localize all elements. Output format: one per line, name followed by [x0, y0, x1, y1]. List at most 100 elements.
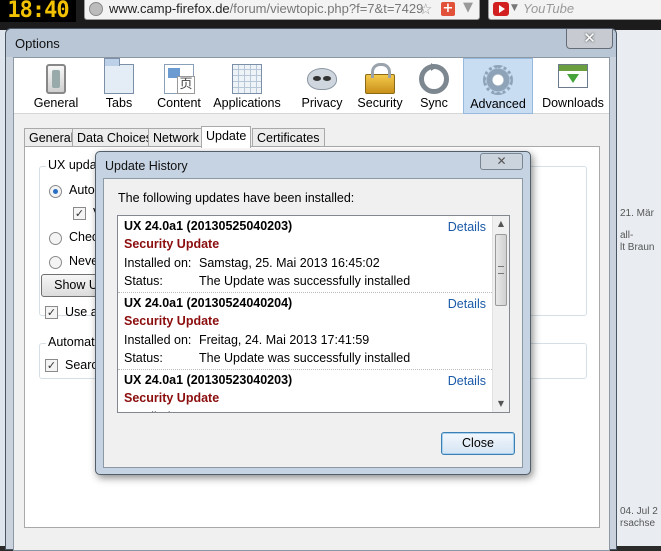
use-service-checkbox[interactable]: ✓: [45, 306, 58, 319]
switch-icon: [46, 64, 66, 94]
url-path: /forum/viewtopic.php?f=7&t=7429: [229, 1, 424, 16]
details-link[interactable]: Details: [448, 220, 486, 234]
page-snippet: rsachse: [620, 518, 656, 529]
page-snippet: all-: [620, 230, 634, 241]
page-snippet: lt Braun: [620, 242, 655, 253]
list-item[interactable]: UX 24.0a1 (20130525040203) Details Secur…: [118, 216, 494, 293]
auto-sub-checkbox[interactable]: ✓: [73, 207, 86, 220]
scroll-down-icon[interactable]: ▼: [493, 396, 509, 412]
download-icon: [558, 64, 588, 88]
pane-label: General: [33, 96, 79, 110]
search-placeholder: YouTube: [523, 1, 575, 16]
tab-network[interactable]: Network: [148, 128, 204, 147]
update-type: Security Update: [124, 237, 220, 251]
bookmark-star-icon[interactable]: ☆: [419, 0, 432, 18]
group-caption: UX updat: [46, 158, 103, 172]
pane-toolbar: General Tabs Content Applications Privac…: [14, 58, 609, 114]
pane-label: Tabs: [105, 96, 133, 110]
search-bar[interactable]: ▼ YouTube: [488, 0, 661, 20]
auto-label: Auto: [69, 183, 95, 197]
tab-general[interactable]: General: [24, 128, 79, 147]
check-label: Chec: [69, 230, 99, 244]
pane-tabs[interactable]: Tabs: [96, 58, 142, 114]
close-button[interactable]: Close: [441, 432, 515, 455]
scroll-up-icon[interactable]: ▲: [493, 216, 509, 232]
update-list[interactable]: UX 24.0a1 (20130525040203) Details Secur…: [117, 215, 510, 413]
globe-icon: [89, 2, 103, 16]
sync-icon: [419, 63, 449, 94]
add-icon[interactable]: +: [441, 2, 455, 16]
status-value: The Update was successfully installed: [199, 351, 411, 365]
pane-label: Security: [357, 96, 403, 110]
url-domain: www.camp-firefox.de: [109, 1, 230, 16]
pane-label: Applications: [213, 96, 281, 110]
pane-label: Downloads: [542, 96, 604, 110]
tabs-icon: [104, 58, 134, 94]
clock: 18:40: [0, 0, 76, 22]
never-radio[interactable]: [49, 256, 62, 269]
status-value: The Update was successfully installed: [199, 274, 411, 288]
window-title: Options: [15, 36, 60, 51]
pane-label: Sync: [420, 96, 448, 110]
pane-sync[interactable]: Sync: [414, 58, 454, 114]
lock-icon: [365, 63, 395, 94]
intro-text: The following updates have been installe…: [118, 191, 355, 205]
tab-certificates[interactable]: Certificates: [252, 128, 325, 147]
pane-applications[interactable]: Applications: [212, 58, 282, 114]
mask-icon: [307, 68, 337, 90]
use-service-label: Use a: [65, 305, 98, 319]
pane-label: Content: [157, 96, 201, 110]
tab-update[interactable]: Update: [201, 126, 252, 148]
tab-data-choices[interactable]: Data Choices: [72, 128, 158, 147]
pane-content[interactable]: Content: [149, 58, 209, 114]
group-caption: Automati: [46, 335, 100, 349]
pane-privacy[interactable]: Privacy: [297, 58, 347, 114]
page-snippet: 21. Mär: [620, 208, 654, 219]
status-label: Status:: [124, 351, 163, 365]
content-icon: [164, 64, 195, 94]
never-label: Neve: [69, 254, 99, 268]
details-link[interactable]: Details: [448, 374, 486, 388]
update-name: UX 24.0a1 (20130524040204): [124, 296, 293, 310]
check-radio[interactable]: [49, 232, 62, 245]
update-name: UX 24.0a1 (20130525040203): [124, 219, 293, 233]
status-label: Status:: [124, 274, 163, 288]
details-link[interactable]: Details: [448, 297, 486, 311]
scroll-thumb[interactable]: [495, 234, 507, 306]
options-titlebar[interactable]: Options ✕: [6, 29, 616, 57]
dialog-title: Update History: [105, 159, 188, 173]
search-engines-checkbox[interactable]: ✓: [45, 359, 58, 372]
browser-toolbar: 18:40 www.camp-firefox.de/forum/viewtopi…: [0, 0, 661, 30]
page-snippet: 04. Jul 2: [620, 506, 658, 517]
auto-radio[interactable]: [49, 185, 62, 198]
update-history-dialog: Update History ✕ The following updates h…: [95, 151, 531, 475]
url-bar[interactable]: www.camp-firefox.de/forum/viewtopic.php?…: [84, 0, 480, 20]
history-dropdown-icon[interactable]: ▼: [463, 0, 473, 15]
pane-downloads[interactable]: Downloads: [541, 58, 605, 114]
list-scrollbar[interactable]: ▲ ▼: [492, 216, 509, 412]
close-icon[interactable]: ✕: [480, 153, 523, 170]
search-engines-label: Searc: [65, 358, 98, 372]
installed-on-label: Installed on:: [124, 333, 192, 347]
page-right-edge: 21. Mär all- lt Braun 04. Jul 2 rsachse: [612, 30, 661, 546]
applications-icon: [232, 64, 262, 94]
installed-on-value: Samstag, 25. Mai 2013 16:45:02: [199, 256, 380, 270]
pane-general[interactable]: General: [24, 58, 88, 114]
update-name: UX 24.0a1 (20130523040203): [124, 373, 293, 387]
pane-label: Advanced: [470, 97, 526, 111]
url-text[interactable]: www.camp-firefox.de/forum/viewtopic.php?…: [109, 1, 423, 16]
update-type: Security Update: [124, 314, 220, 328]
chevron-down-icon[interactable]: ▼: [511, 3, 518, 13]
dialog-body: The following updates have been installe…: [103, 178, 523, 468]
close-window-button[interactable]: ✕: [566, 29, 613, 49]
installed-on-label: Installed on:: [124, 256, 192, 270]
pane-advanced[interactable]: Advanced: [463, 58, 533, 114]
pane-security[interactable]: Security: [352, 58, 408, 114]
update-type: Security Update: [124, 391, 220, 405]
gear-icon: [483, 65, 513, 95]
youtube-icon[interactable]: [493, 2, 509, 16]
installed-on-value: Freitag, 24. Mai 2013 17:41:59: [199, 333, 370, 347]
pane-label: Privacy: [301, 96, 343, 110]
list-item[interactable]: UX 24.0a1 (20130523040203) Details Secur…: [118, 370, 494, 412]
list-item[interactable]: UX 24.0a1 (20130524040204) Details Secur…: [118, 293, 494, 370]
